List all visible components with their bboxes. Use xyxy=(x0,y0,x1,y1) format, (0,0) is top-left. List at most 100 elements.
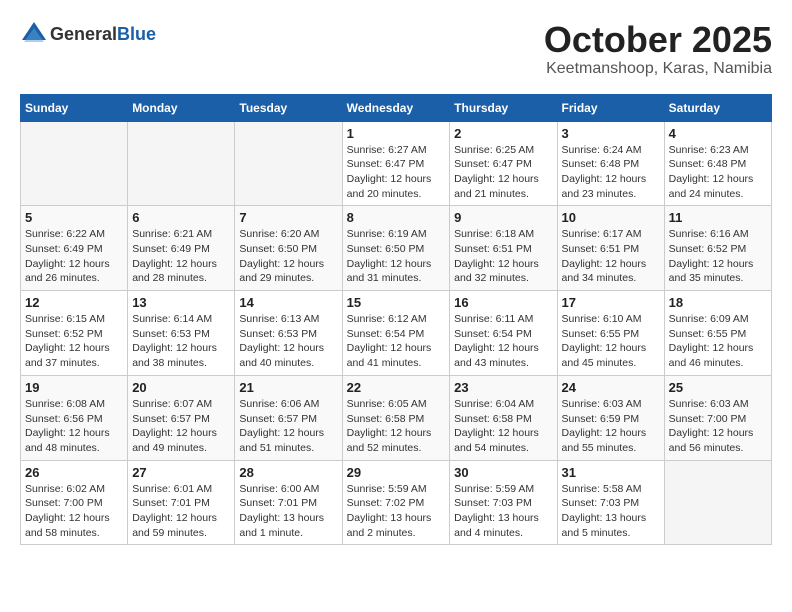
day-number: 25 xyxy=(669,380,767,395)
calendar-cell: 12Sunrise: 6:15 AMSunset: 6:52 PMDayligh… xyxy=(21,291,128,376)
day-number: 7 xyxy=(239,210,337,225)
day-number: 5 xyxy=(25,210,123,225)
day-info: Sunrise: 6:01 AMSunset: 7:01 PMDaylight:… xyxy=(132,482,230,541)
location: Keetmanshoop, Karas, Namibia xyxy=(544,60,772,78)
day-number: 16 xyxy=(454,295,552,310)
day-number: 3 xyxy=(562,126,660,141)
day-info: Sunrise: 6:14 AMSunset: 6:53 PMDaylight:… xyxy=(132,312,230,371)
weekday-header: Sunday xyxy=(21,94,128,121)
day-info: Sunrise: 6:20 AMSunset: 6:50 PMDaylight:… xyxy=(239,227,337,286)
calendar-cell xyxy=(21,121,128,206)
page-header: GeneralBlue October 2025 Keetmanshoop, K… xyxy=(20,20,772,78)
month-title: October 2025 xyxy=(544,20,772,60)
calendar-week-row: 5Sunrise: 6:22 AMSunset: 6:49 PMDaylight… xyxy=(21,206,772,291)
calendar-cell: 28Sunrise: 6:00 AMSunset: 7:01 PMDayligh… xyxy=(235,460,342,545)
day-info: Sunrise: 6:07 AMSunset: 6:57 PMDaylight:… xyxy=(132,397,230,456)
day-number: 8 xyxy=(347,210,446,225)
day-info: Sunrise: 6:16 AMSunset: 6:52 PMDaylight:… xyxy=(669,227,767,286)
logo-icon xyxy=(20,20,48,48)
day-number: 4 xyxy=(669,126,767,141)
calendar-cell: 31 Sunrise: 5:58 AMSunset: 7:03 PMDayligh… xyxy=(557,460,664,545)
day-info: Sunrise: 6:25 AMSunset: 6:47 PMDaylight:… xyxy=(454,143,552,202)
day-number: 14 xyxy=(239,295,337,310)
weekday-header: Wednesday xyxy=(342,94,450,121)
calendar-cell xyxy=(128,121,235,206)
logo: GeneralBlue xyxy=(20,20,156,48)
calendar-cell: 10Sunrise: 6:17 AMSunset: 6:51 PMDayligh… xyxy=(557,206,664,291)
calendar-cell: 16 Sunrise: 6:11 AMSunset: 6:54 PMDayligh… xyxy=(450,291,557,376)
day-number: 12 xyxy=(25,295,123,310)
day-info: Sunrise: 6:13 AMSunset: 6:53 PMDaylight:… xyxy=(239,312,337,371)
calendar-cell: 27 Sunrise: 6:01 AMSunset: 7:01 PMDayligh… xyxy=(128,460,235,545)
day-info: Sunrise: 6:00 AMSunset: 7:01 PMDaylight:… xyxy=(239,482,337,541)
calendar-table: SundayMondayTuesdayWednesdayThursdayFrid… xyxy=(20,94,772,546)
day-info: Sunrise: 6:04 AMSunset: 6:58 PMDaylight:… xyxy=(454,397,552,456)
day-number: 10 xyxy=(562,210,660,225)
day-info: Sunrise: 6:18 AMSunset: 6:51 PMDaylight:… xyxy=(454,227,552,286)
calendar-week-row: 1 Sunrise: 6:27 AMSunset: 6:47 PMDaylight… xyxy=(21,121,772,206)
day-number: 29 xyxy=(347,465,446,480)
day-info: Sunrise: 6:23 AMSunset: 6:48 PMDaylight:… xyxy=(669,143,767,202)
calendar-week-row: 12Sunrise: 6:15 AMSunset: 6:52 PMDayligh… xyxy=(21,291,772,376)
day-info: Sunrise: 5:58 AMSunset: 7:03 PMDaylight:… xyxy=(562,482,660,541)
day-number: 30 xyxy=(454,465,552,480)
calendar-cell: 26 Sunrise: 6:02 AMSunset: 7:00 PMDayligh… xyxy=(21,460,128,545)
calendar-cell: 19 Sunrise: 6:08 AMSunset: 6:56 PMDayligh… xyxy=(21,375,128,460)
calendar-cell xyxy=(664,460,771,545)
logo-general: General xyxy=(50,24,117,44)
calendar-cell: 23 Sunrise: 6:04 AMSunset: 6:58 PMDayligh… xyxy=(450,375,557,460)
day-number: 17 xyxy=(562,295,660,310)
day-number: 1 xyxy=(347,126,446,141)
calendar-cell: 5Sunrise: 6:22 AMSunset: 6:49 PMDaylight… xyxy=(21,206,128,291)
title-block: October 2025 Keetmanshoop, Karas, Namibi… xyxy=(544,20,772,78)
calendar-cell: 15Sunrise: 6:12 AMSunset: 6:54 PMDayligh… xyxy=(342,291,450,376)
day-info: Sunrise: 5:59 AMSunset: 7:02 PMDaylight:… xyxy=(347,482,446,541)
day-number: 19 xyxy=(25,380,123,395)
calendar-cell: 11 Sunrise: 6:16 AMSunset: 6:52 PMDayligh… xyxy=(664,206,771,291)
weekday-header: Tuesday xyxy=(235,94,342,121)
calendar-cell: 8Sunrise: 6:19 AMSunset: 6:50 PMDaylight… xyxy=(342,206,450,291)
logo-text: GeneralBlue xyxy=(50,24,156,45)
calendar-cell: 4 Sunrise: 6:23 AMSunset: 6:48 PMDaylight… xyxy=(664,121,771,206)
calendar-cell: 24 Sunrise: 6:03 AMSunset: 6:59 PMDayligh… xyxy=(557,375,664,460)
logo-blue: Blue xyxy=(117,24,156,44)
calendar-cell: 6Sunrise: 6:21 AMSunset: 6:49 PMDaylight… xyxy=(128,206,235,291)
day-number: 24 xyxy=(562,380,660,395)
day-info: Sunrise: 6:06 AMSunset: 6:57 PMDaylight:… xyxy=(239,397,337,456)
day-number: 23 xyxy=(454,380,552,395)
weekday-header: Monday xyxy=(128,94,235,121)
day-info: Sunrise: 6:03 AMSunset: 6:59 PMDaylight:… xyxy=(562,397,660,456)
day-number: 20 xyxy=(132,380,230,395)
weekday-header-row: SundayMondayTuesdayWednesdayThursdayFrid… xyxy=(21,94,772,121)
day-number: 11 xyxy=(669,210,767,225)
day-number: 18 xyxy=(669,295,767,310)
day-number: 22 xyxy=(347,380,446,395)
day-number: 21 xyxy=(239,380,337,395)
calendar-week-row: 19 Sunrise: 6:08 AMSunset: 6:56 PMDayligh… xyxy=(21,375,772,460)
day-info: Sunrise: 6:02 AMSunset: 7:00 PMDaylight:… xyxy=(25,482,123,541)
calendar-cell: 2 Sunrise: 6:25 AMSunset: 6:47 PMDaylight… xyxy=(450,121,557,206)
calendar-cell: 30 Sunrise: 5:59 AMSunset: 7:03 PMDayligh… xyxy=(450,460,557,545)
day-number: 27 xyxy=(132,465,230,480)
day-info: Sunrise: 6:12 AMSunset: 6:54 PMDaylight:… xyxy=(347,312,446,371)
weekday-header: Saturday xyxy=(664,94,771,121)
weekday-header: Friday xyxy=(557,94,664,121)
day-number: 31 xyxy=(562,465,660,480)
calendar-cell: 7 Sunrise: 6:20 AMSunset: 6:50 PMDaylight… xyxy=(235,206,342,291)
day-info: Sunrise: 6:03 AMSunset: 7:00 PMDaylight:… xyxy=(669,397,767,456)
day-info: Sunrise: 6:10 AMSunset: 6:55 PMDaylight:… xyxy=(562,312,660,371)
day-number: 13 xyxy=(132,295,230,310)
day-number: 2 xyxy=(454,126,552,141)
day-info: Sunrise: 6:05 AMSunset: 6:58 PMDaylight:… xyxy=(347,397,446,456)
calendar-cell: 29 Sunrise: 5:59 AMSunset: 7:02 PMDayligh… xyxy=(342,460,450,545)
day-info: Sunrise: 6:08 AMSunset: 6:56 PMDaylight:… xyxy=(25,397,123,456)
day-info: Sunrise: 6:11 AMSunset: 6:54 PMDaylight:… xyxy=(454,312,552,371)
calendar-cell: 9Sunrise: 6:18 AMSunset: 6:51 PMDaylight… xyxy=(450,206,557,291)
calendar-cell: 1 Sunrise: 6:27 AMSunset: 6:47 PMDaylight… xyxy=(342,121,450,206)
day-info: Sunrise: 5:59 AMSunset: 7:03 PMDaylight:… xyxy=(454,482,552,541)
day-info: Sunrise: 6:27 AMSunset: 6:47 PMDaylight:… xyxy=(347,143,446,202)
calendar-cell: 25 Sunrise: 6:03 AMSunset: 7:00 PMDayligh… xyxy=(664,375,771,460)
weekday-header: Thursday xyxy=(450,94,557,121)
day-number: 26 xyxy=(25,465,123,480)
day-number: 6 xyxy=(132,210,230,225)
